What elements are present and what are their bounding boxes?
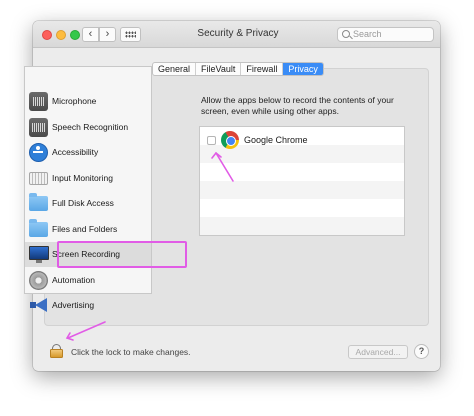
annotation-arrow-checkbox bbox=[215, 152, 234, 182]
annotation-arrow-lock bbox=[67, 321, 106, 339]
annotation-arrows bbox=[65, 151, 234, 341]
annotation-arrowhead-checkbox bbox=[211, 151, 222, 159]
